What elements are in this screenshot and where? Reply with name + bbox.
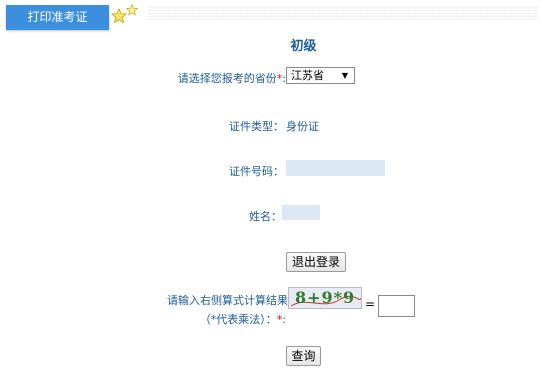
- top-bar: 打印准考证: [0, 0, 541, 30]
- star-small-icon: [126, 4, 138, 16]
- captcha-text: 8+9*9: [295, 288, 356, 307]
- id-number-value-redacted: [286, 160, 385, 176]
- name-label: 姓名：: [249, 210, 282, 223]
- province-select[interactable]: 江苏省 ▼: [286, 67, 355, 84]
- captcha-image: 8+9*9: [288, 287, 362, 309]
- query-button[interactable]: 查询: [286, 346, 321, 366]
- name-value-redacted: [282, 205, 320, 220]
- province-select-value: 江苏省: [291, 69, 324, 82]
- id-type-label: 证件类型：: [229, 120, 284, 133]
- logout-button[interactable]: 退出登录: [286, 252, 346, 272]
- chevron-down-icon: ▼: [341, 71, 348, 80]
- id-type-value: 身份证: [286, 120, 319, 133]
- captcha-label-line1: 请输入右侧算式计算结果: [167, 294, 288, 307]
- id-number-label: 证件号码：: [229, 165, 284, 178]
- star-icon: [111, 8, 127, 24]
- level-title: 初级: [290, 39, 317, 54]
- tab-print-admission-ticket[interactable]: 打印准考证: [6, 5, 109, 30]
- captcha-answer-input[interactable]: [378, 295, 415, 317]
- header-strip: [148, 5, 538, 20]
- province-label: 请选择您报考的省份*:: [177, 72, 286, 85]
- captcha-label-line2: （*代表乘法）：*:: [199, 313, 286, 326]
- equals-sign: =: [365, 297, 376, 311]
